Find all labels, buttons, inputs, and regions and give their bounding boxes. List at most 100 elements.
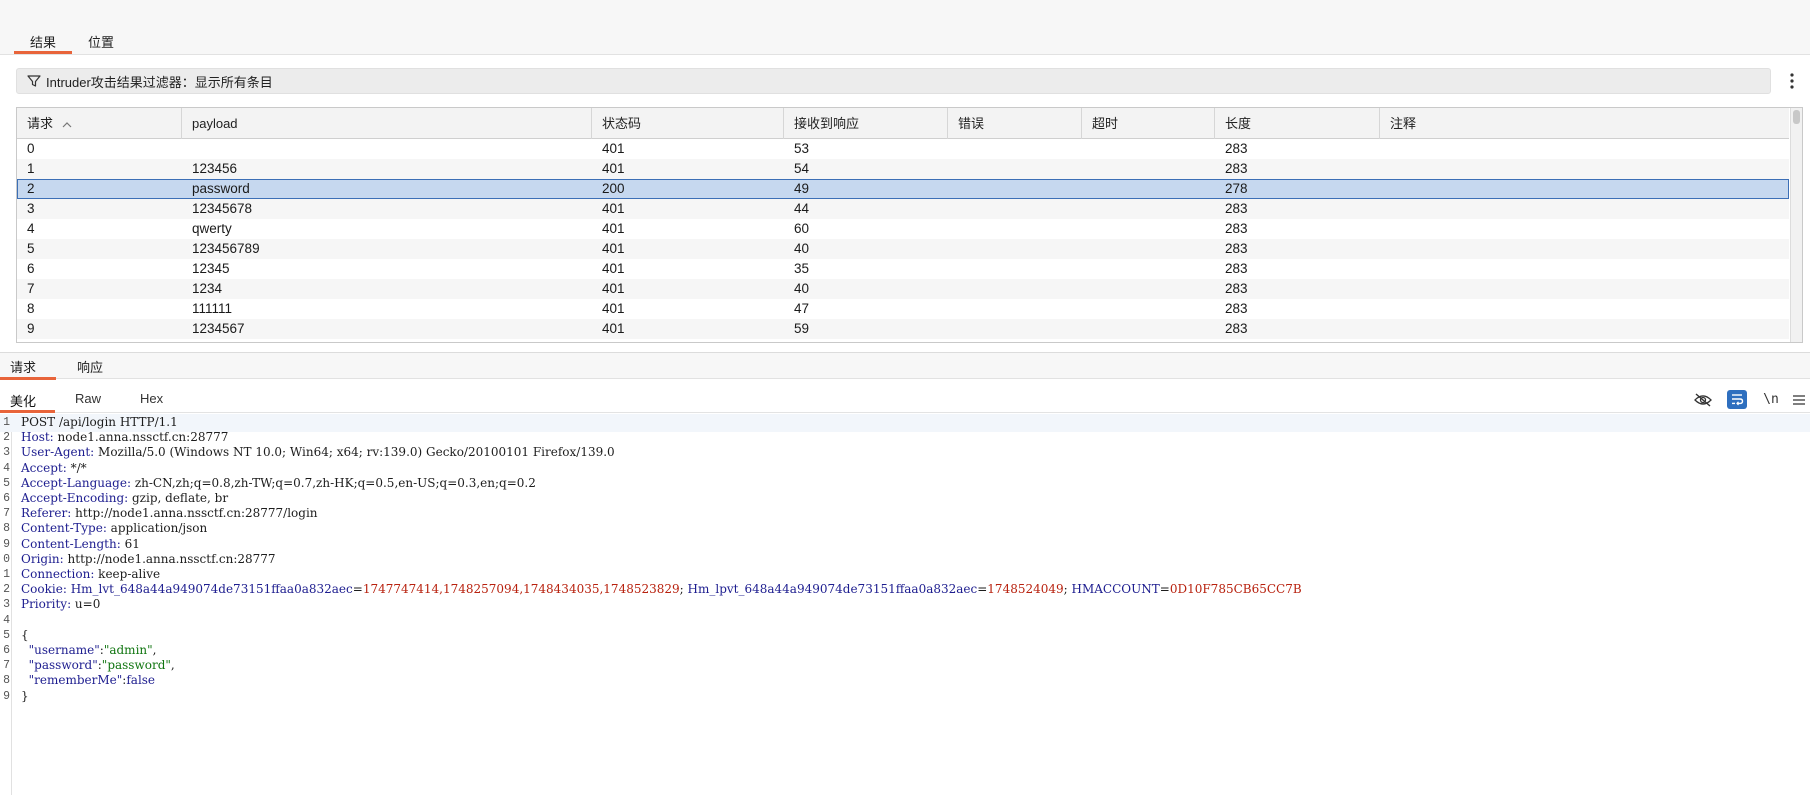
cell-request-number: 1 bbox=[27, 161, 35, 176]
col-status[interactable]: 状态码 bbox=[592, 108, 784, 139]
request-editor[interactable]: 1 POST /api/login HTTP/1.1 2 Host: node1.an… bbox=[0, 414, 1810, 795]
col-comment[interactable]: 注释 bbox=[1380, 108, 1789, 139]
cell-error bbox=[948, 239, 1082, 259]
header-name: Content-Type bbox=[21, 521, 103, 536]
code-token: : bbox=[102, 521, 111, 536]
col-timeout[interactable]: 超时 bbox=[1082, 108, 1215, 139]
header-value: http://node1.anna.nssctf.cn:28777 bbox=[67, 551, 276, 566]
tab-response-label: 响应 bbox=[77, 360, 104, 375]
cell-response-time: 54 bbox=[794, 161, 810, 176]
cell-request-number: 8 bbox=[27, 301, 35, 316]
cookie-name: Hm_lvt_648a44a949074de73151ffaa0a832aec bbox=[70, 582, 353, 597]
newline-label: \n bbox=[1763, 392, 1779, 407]
header-name: User-Agent bbox=[21, 445, 91, 460]
cell-error bbox=[948, 219, 1082, 239]
code-text: } bbox=[21, 688, 29, 706]
cell-status-code: 200 bbox=[602, 181, 625, 196]
wrap-lines-icon[interactable] bbox=[1727, 390, 1747, 409]
cell-request-number: 4 bbox=[27, 221, 35, 236]
header-name: Host bbox=[21, 430, 50, 445]
table-row[interactable]: 9 1234567 401 59 283 bbox=[17, 319, 1789, 339]
newline-toggle[interactable]: \n bbox=[1761, 390, 1781, 409]
cell-timeout bbox=[1082, 299, 1215, 319]
cell-length: 283 bbox=[1225, 221, 1248, 236]
cell-error bbox=[948, 259, 1082, 279]
cell-length: 283 bbox=[1225, 241, 1248, 256]
view-mode-bar: 美化 Raw Hex \n bbox=[0, 386, 1810, 413]
col-length[interactable]: 长度 bbox=[1215, 108, 1380, 139]
table-header: 请求 payload 状态码 接收到响应 错误 超时 长度 注释 bbox=[17, 108, 1789, 139]
request-line: POST /api/login HTTP/1.1 bbox=[21, 415, 178, 429]
code-token: = bbox=[1159, 582, 1170, 597]
cell-error bbox=[948, 199, 1082, 219]
cell-status-code: 401 bbox=[602, 221, 625, 236]
cookie-value: 0D10F785CB65CC7B bbox=[1169, 582, 1302, 597]
json-brace: } bbox=[21, 688, 29, 703]
results-filter-bar[interactable]: Intruder攻击结果过滤器：显示所有条目 bbox=[16, 68, 1771, 94]
table-row[interactable]: 8 111111 401 47 283 bbox=[17, 299, 1789, 319]
col-response-received[interactable]: 接收到响应 bbox=[784, 108, 948, 139]
tab-request[interactable]: 请求 bbox=[0, 357, 56, 380]
cell-comment bbox=[1380, 219, 1789, 239]
json-value: false bbox=[126, 673, 156, 688]
cell-timeout bbox=[1082, 319, 1215, 339]
cell-payload: password bbox=[192, 181, 250, 196]
chevron-up-icon bbox=[62, 121, 72, 127]
cell-error bbox=[948, 139, 1082, 159]
table-row[interactable]: 1 123456 401 54 283 bbox=[17, 159, 1789, 179]
tab-hex[interactable]: Hex bbox=[140, 391, 172, 413]
table-row[interactable]: 2 password 200 49 278 bbox=[17, 179, 1789, 199]
cell-comment bbox=[1380, 159, 1789, 179]
tab-raw-label: Raw bbox=[75, 391, 102, 406]
eye-off-icon[interactable] bbox=[1693, 390, 1713, 409]
table-body: 0 401 53 283 1 1234 5 6 401 54 283 2 password 200 4 9 27… bbox=[17, 139, 1789, 339]
tab-pretty[interactable]: 美化 bbox=[0, 391, 55, 413]
tab-request-label: 请求 bbox=[10, 360, 37, 375]
code-token: ; bbox=[679, 582, 688, 597]
cell-length: 283 bbox=[1225, 141, 1248, 156]
cell-payload: 123456789 bbox=[192, 241, 260, 256]
cell-length: 283 bbox=[1225, 261, 1248, 276]
table-row[interactable]: 6 12345 401 35 283 bbox=[17, 259, 1789, 279]
table-scrollbar[interactable] bbox=[1790, 108, 1802, 342]
header-value: */* bbox=[70, 460, 87, 475]
col-request-label: 请求 bbox=[27, 116, 54, 131]
header-value: zh-CN,zh;q=0.8,zh-TW;q=0.7,zh-HK;q=0.5,e… bbox=[134, 475, 536, 490]
col-request[interactable]: 请求 bbox=[17, 108, 182, 139]
tab-positions[interactable]: 位置 bbox=[88, 29, 128, 54]
cell-request-number: 2 bbox=[27, 181, 35, 196]
tab-results[interactable]: 结果 bbox=[14, 29, 72, 54]
json-comma: , bbox=[170, 658, 175, 673]
json-key: "rememberMe" bbox=[28, 673, 123, 688]
cell-request-number: 5 bbox=[27, 241, 35, 256]
cell-comment bbox=[1380, 239, 1789, 259]
table-row[interactable]: 5 123456789 401 40 283 bbox=[17, 239, 1789, 259]
cell-request-number: 6 bbox=[27, 261, 35, 276]
kebab-menu-icon[interactable] bbox=[1785, 68, 1799, 94]
cell-comment bbox=[1380, 139, 1789, 159]
cell-request-number: 9 bbox=[27, 321, 35, 336]
cell-response-time: 60 bbox=[794, 221, 810, 236]
tab-response[interactable]: 响应 bbox=[77, 357, 117, 380]
table-row[interactable]: 7 1234 401 40 283 bbox=[17, 279, 1789, 299]
cell-response-time: 59 bbox=[794, 321, 810, 336]
code-token: : bbox=[126, 475, 135, 490]
table-row[interactable]: 3 12345678 401 44 283 bbox=[17, 199, 1789, 219]
header-name: Origin bbox=[21, 551, 60, 566]
cell-response-time: 44 bbox=[794, 201, 810, 216]
cell-error bbox=[948, 319, 1082, 339]
tab-raw[interactable]: Raw bbox=[75, 391, 109, 413]
col-error[interactable]: 错误 bbox=[948, 108, 1082, 139]
code-token: : bbox=[90, 445, 99, 460]
scrollbar-thumb[interactable] bbox=[1793, 110, 1800, 124]
table-row[interactable]: 4 qwerty 401 60 283 bbox=[17, 219, 1789, 239]
cell-length: 278 bbox=[1225, 181, 1248, 196]
table-row[interactable]: 0 401 53 283 bbox=[17, 139, 1789, 159]
message-tab-bar: 请求 响应 bbox=[0, 352, 1810, 380]
cell-payload: 1234567 bbox=[192, 321, 245, 336]
cell-timeout bbox=[1082, 179, 1215, 199]
cell-payload: 1234 bbox=[192, 281, 223, 296]
hamburger-menu-icon[interactable] bbox=[1790, 390, 1808, 409]
col-payload[interactable]: payload bbox=[182, 108, 592, 139]
